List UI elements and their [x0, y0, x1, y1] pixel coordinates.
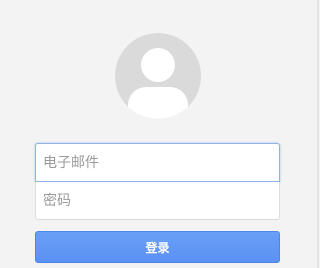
email-field[interactable]: [35, 143, 280, 182]
window-edge: [317, 0, 319, 268]
user-avatar-icon: [115, 33, 201, 119]
password-field[interactable]: [35, 182, 280, 220]
password-input[interactable]: [36, 182, 279, 219]
avatar-head: [141, 48, 175, 82]
email-input[interactable]: [36, 144, 279, 181]
avatar-body: [128, 87, 188, 119]
login-button[interactable]: 登录: [35, 231, 280, 263]
